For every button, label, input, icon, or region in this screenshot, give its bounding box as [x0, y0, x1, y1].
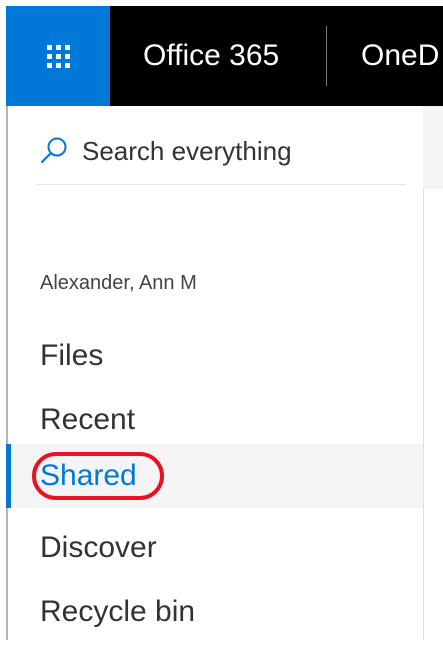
left-navigation-pane: Search everything Alexander, Ann M Files… — [6, 106, 423, 640]
selected-indicator — [6, 444, 11, 508]
nav-item-label: Shared — [40, 459, 137, 492]
suite-header: Office 365 OneD — [6, 6, 443, 106]
header-divider — [326, 26, 327, 86]
nav-item-files[interactable]: Files — [8, 324, 423, 388]
search-box[interactable]: Search everything — [38, 134, 292, 168]
nav-item-label: Discover — [40, 531, 157, 564]
search-divider — [36, 184, 406, 185]
nav-item-recent[interactable]: Recent — [8, 388, 423, 452]
nav-item-label: Files — [40, 339, 104, 372]
search-placeholder: Search everything — [82, 135, 292, 166]
nav-item-shared[interactable]: Shared — [6, 444, 423, 508]
nav-item-recycle-bin[interactable]: Recycle bin — [8, 580, 423, 640]
search-icon — [40, 137, 67, 164]
nav-item-label: Recent — [40, 403, 136, 436]
command-bar — [423, 106, 443, 189]
user-name-heading: Alexander, Ann M — [40, 272, 197, 294]
app-launcher-waffle-icon — [46, 44, 70, 68]
nav-item-label: Recycle bin — [40, 595, 196, 628]
onedrive-window: Office 365 OneD Search everything Alexan… — [6, 6, 443, 640]
office-365-brand-link[interactable]: Office 365 — [143, 36, 279, 76]
nav-item-discover[interactable]: Discover — [8, 516, 423, 580]
app-name-link[interactable]: OneD — [361, 36, 439, 76]
app-launcher-button[interactable] — [6, 6, 110, 106]
